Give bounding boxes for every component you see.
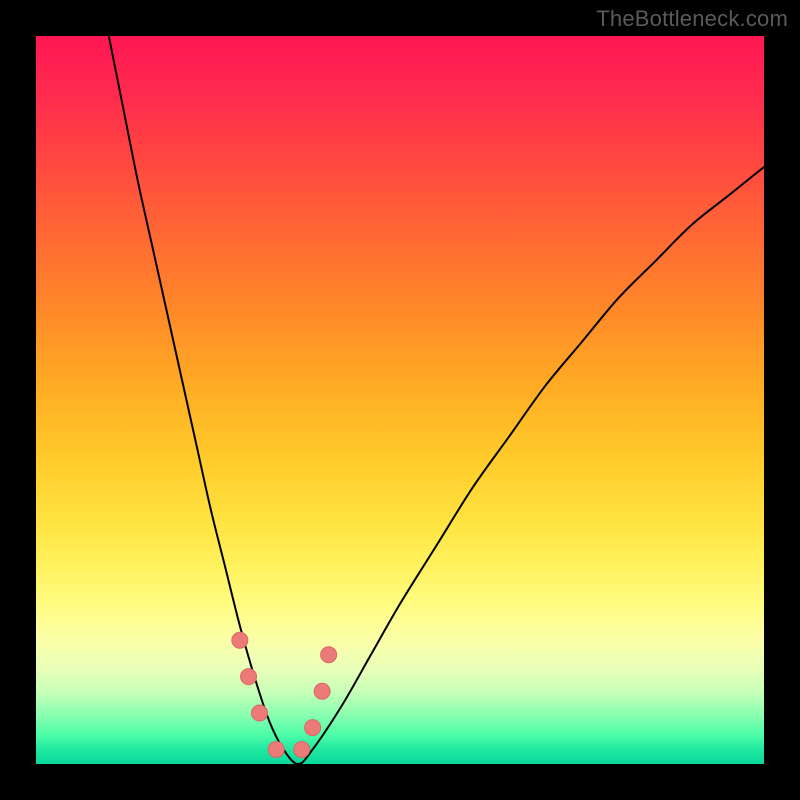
watermark-text: TheBottleneck.com <box>596 6 788 32</box>
chart-marker <box>251 705 267 721</box>
chart-marker <box>268 741 284 757</box>
chart-svg <box>36 36 764 764</box>
chart-marker <box>305 720 321 736</box>
chart-marker <box>321 647 337 663</box>
bottleneck-curve-line <box>109 36 764 764</box>
chart-marker <box>232 632 248 648</box>
chart-marker <box>241 669 257 685</box>
chart-plot-area <box>36 36 764 764</box>
chart-marker <box>294 741 310 757</box>
chart-marker <box>314 683 330 699</box>
